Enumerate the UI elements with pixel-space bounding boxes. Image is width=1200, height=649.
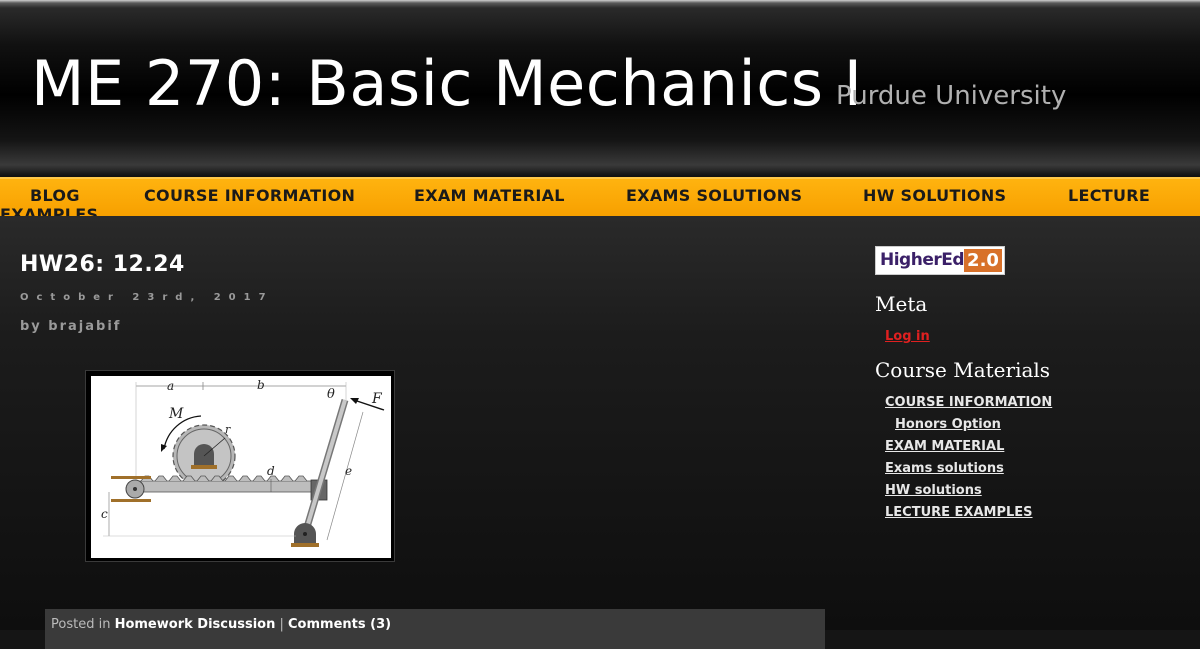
login-link[interactable]: Log in — [885, 329, 930, 344]
site-title[interactable]: ME 270: Basic Mechanics I — [31, 48, 863, 120]
course-materials-heading: Course Materials — [875, 358, 1051, 382]
sidebar-item-exam-material[interactable]: EXAM MATERIAL — [885, 439, 1004, 454]
post-footer: Posted in Homework Discussion | Comments… — [45, 609, 825, 649]
label-r: r — [225, 423, 231, 436]
post-date: October 23rd, 2017 — [20, 292, 274, 303]
sidebar-item-exams-solutions[interactable]: Exams solutions — [885, 461, 1004, 476]
sidebar-item-course-information[interactable]: COURSE INFORMATION — [885, 395, 1052, 410]
label-M: M — [168, 406, 184, 422]
badge-version: 2.0 — [964, 249, 1002, 272]
nav-item-hw-solutions[interactable]: HW SOLUTIONS — [863, 186, 1006, 206]
post-figure[interactable]: a b θ F r M d e c — [85, 370, 395, 562]
post-title[interactable]: HW26: 12.24 — [20, 252, 185, 277]
nav-item-lecture-examples[interactable]: LECTURE — [1068, 186, 1150, 206]
label-c: c — [101, 507, 108, 521]
figure-canvas: a b θ F r M d e c — [91, 376, 391, 558]
label-e: e — [345, 464, 352, 478]
sidebar-item-lecture-examples[interactable]: LECTURE EXAMPLES — [885, 505, 1033, 520]
nav-item-exams-solutions[interactable]: EXAMS SOLUTIONS — [626, 186, 802, 206]
nav-item-blog[interactable]: BLOG — [30, 186, 80, 206]
highered-badge[interactable]: HigherEd 2.0 — [875, 246, 1005, 275]
label-b: b — [257, 378, 265, 392]
site-subtitle: Purdue University — [836, 81, 1067, 111]
label-F: F — [371, 391, 383, 407]
mechanism-diagram: a b θ F r M d e c — [101, 378, 385, 547]
label-theta: θ — [327, 387, 335, 402]
nav-item-lecture-examples-wrap[interactable]: EXAMPLES — [0, 205, 98, 216]
site-header: ME 270: Basic Mechanics I Purdue Univers… — [0, 0, 1200, 178]
main-nav: BLOG COURSE INFORMATION EXAM MATERIAL EX… — [0, 177, 1200, 216]
label-d: d — [267, 464, 275, 478]
nav-item-course-information[interactable]: COURSE INFORMATION — [144, 186, 355, 206]
nav-item-exam-material[interactable]: EXAM MATERIAL — [414, 186, 565, 206]
sidebar-item-hw-solutions[interactable]: HW solutions — [885, 483, 982, 498]
content-area: HW26: 12.24 October 23rd, 2017 by brajab… — [0, 216, 1200, 649]
sidebar-item-honors-option[interactable]: Honors Option — [895, 417, 1001, 432]
badge-text: HigherEd — [880, 250, 965, 270]
label-a: a — [167, 379, 174, 393]
meta-heading: Meta — [875, 292, 928, 316]
post-author: by brajabif — [20, 319, 122, 334]
